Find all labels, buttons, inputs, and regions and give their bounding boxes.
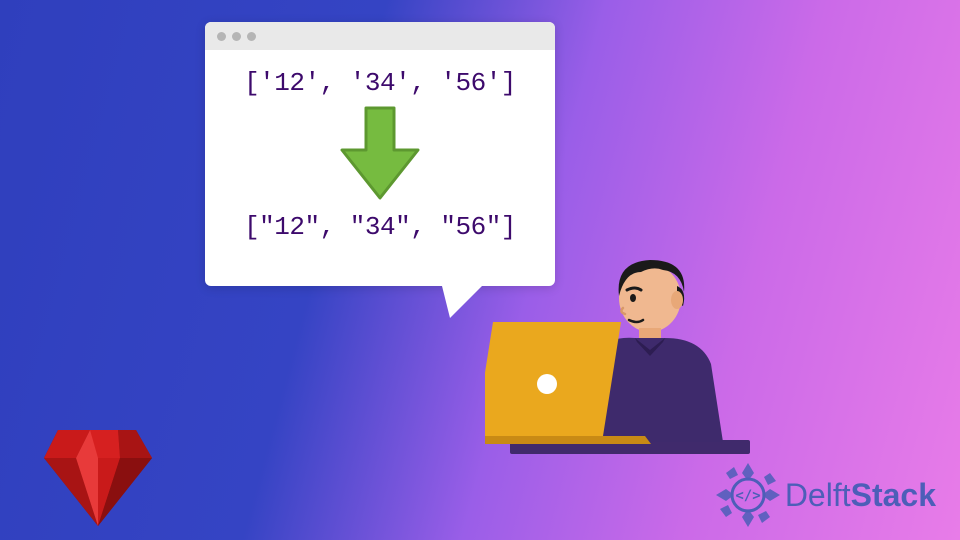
code-window: ['12', '34', '56'] ["12", "34", "56"]	[205, 22, 555, 286]
ruby-gem-icon	[40, 422, 155, 532]
window-titlebar	[205, 22, 555, 50]
svg-text:</>: </>	[735, 488, 760, 504]
code-body: ['12', '34', '56'] ["12", "34", "56"]	[205, 50, 555, 252]
logo-text-bold: Stack	[851, 477, 936, 513]
delftstack-logo: </> DelftStack	[713, 460, 936, 530]
window-control-dot	[217, 32, 226, 41]
window-control-dot	[232, 32, 241, 41]
code-line-output: ["12", "34", "56"]	[244, 212, 516, 242]
speech-bubble-tail	[440, 278, 490, 318]
logo-text-regular: Delft	[785, 477, 851, 513]
person-at-laptop-illustration	[485, 250, 755, 480]
code-line-input: ['12', '34', '56']	[244, 68, 516, 98]
delftstack-wordmark: DelftStack	[785, 477, 936, 514]
window-control-dot	[247, 32, 256, 41]
delftstack-emblem-icon: </>	[713, 460, 783, 530]
arrow-down-icon	[338, 106, 422, 202]
